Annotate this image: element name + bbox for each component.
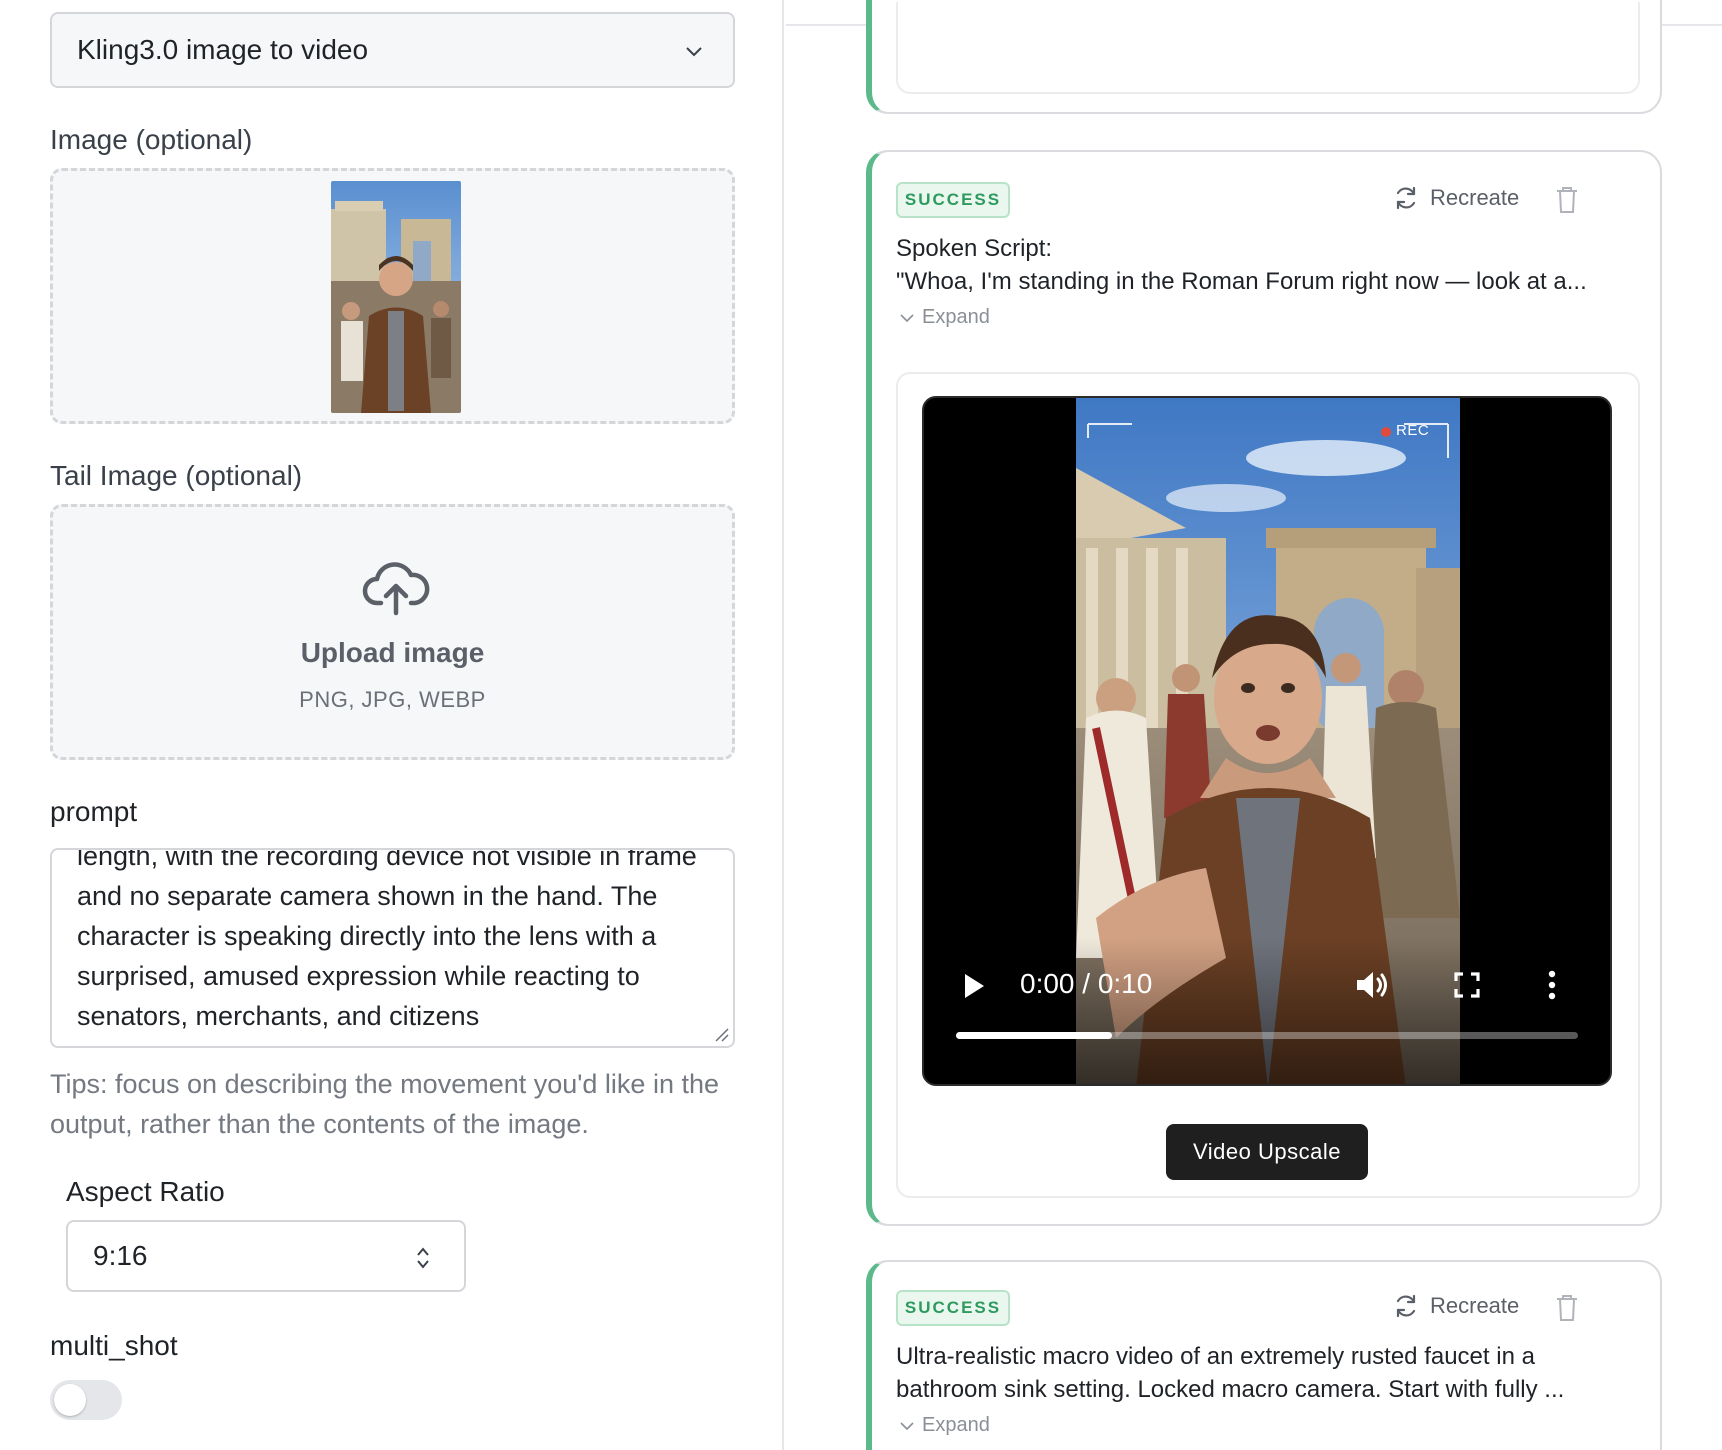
model-select-value: Kling3.0 image to video: [77, 34, 369, 65]
aspect-ratio-label: Aspect Ratio: [66, 1176, 225, 1207]
aspect-ratio-value: 9:16: [93, 1240, 148, 1271]
video-player[interactable]: REC 0:00 / 0:10: [922, 396, 1612, 1086]
description-line-2: bathroom sink setting. Locked macro came…: [896, 1376, 1565, 1403]
expand-button[interactable]: Expand: [900, 306, 990, 329]
results-panel: SUCCESS Recreate Spoken Script: "Whoa, I…: [786, 0, 1722, 1450]
model-select[interactable]: Kling3.0 image to video: [50, 12, 735, 88]
recreate-button[interactable]: Recreate: [1392, 1292, 1519, 1320]
refresh-icon: [1396, 1294, 1416, 1318]
image-label: Image (optional): [50, 124, 253, 155]
tail-image-dropzone[interactable]: Upload image PNG, JPG, WEBP: [50, 504, 735, 760]
script-preview: "Whoa, I'm standing in the Roman Forum r…: [896, 268, 1587, 295]
image-thumbnail: [331, 181, 461, 413]
script-heading: Spoken Script:: [896, 235, 1053, 262]
chevron-down-icon: [900, 313, 914, 322]
previous-video-wrap: [896, 2, 1640, 94]
image-dropzone[interactable]: [50, 168, 735, 424]
aspect-ratio-select[interactable]: 9:16: [66, 1220, 466, 1292]
video-controls: 0:00 / 0:10: [924, 938, 1610, 1084]
multi-shot-toggle[interactable]: [50, 1380, 122, 1420]
trash-icon[interactable]: [1555, 1294, 1579, 1322]
video-upscale-button[interactable]: Video Upscale: [1166, 1124, 1368, 1180]
video-progress-bar[interactable]: [956, 1032, 1578, 1039]
upload-title: Upload image: [300, 637, 485, 668]
chevron-down-icon: [686, 47, 702, 57]
prompt-textarea[interactable]: length, with the recording device not vi…: [50, 848, 735, 1048]
expand-label: Expand: [922, 1414, 990, 1436]
video-container: REC 0:00 / 0:10 Video Upscale: [896, 372, 1640, 1198]
previous-result-card: [866, 0, 1662, 114]
recreate-label: Recreate: [1430, 1293, 1520, 1318]
recreate-button[interactable]: Recreate: [1392, 184, 1519, 212]
status-badge: SUCCESS: [896, 182, 1010, 218]
fullscreen-icon[interactable]: [1454, 972, 1480, 998]
refresh-icon: [1396, 186, 1416, 210]
expand-label: Expand: [922, 306, 990, 328]
trash-icon[interactable]: [1555, 186, 1579, 214]
upload-formats: PNG, JPG, WEBP: [299, 687, 486, 712]
multi-shot-label: multi_shot: [50, 1330, 178, 1361]
chevron-down-icon: [900, 1421, 914, 1430]
prompt-text: length, with the recording device not vi…: [77, 848, 697, 1031]
tail-image-label: Tail Image (optional): [50, 460, 303, 491]
result-card: SUCCESS Recreate Spoken Script: "Whoa, I…: [866, 150, 1662, 1226]
description-line-1: Ultra-realistic macro video of an extrem…: [896, 1343, 1535, 1370]
resize-handle-icon[interactable]: [713, 1026, 729, 1042]
video-time: 0:00 / 0:10: [1020, 968, 1153, 999]
status-badge: SUCCESS: [896, 1290, 1010, 1326]
expand-button[interactable]: Expand: [900, 1414, 990, 1437]
settings-panel: Kling3.0 image to video Image (optional): [0, 0, 784, 1450]
prompt-label: prompt: [50, 796, 138, 827]
recreate-label: Recreate: [1430, 185, 1520, 210]
prompt-tips: Tips: focus on describing the movement y…: [50, 1069, 720, 1139]
toggle-knob: [54, 1384, 86, 1416]
play-icon[interactable]: [962, 972, 986, 1000]
result-card: SUCCESS Recreate Ultra-realistic macro v…: [866, 1260, 1662, 1450]
updown-chevron-icon: [417, 1247, 429, 1269]
rec-label: REC: [1396, 422, 1430, 439]
video-progress-fill: [956, 1032, 1112, 1039]
volume-icon[interactable]: [1354, 968, 1390, 1002]
cloud-upload-icon: [362, 562, 430, 616]
more-options-icon[interactable]: [1548, 970, 1556, 1000]
